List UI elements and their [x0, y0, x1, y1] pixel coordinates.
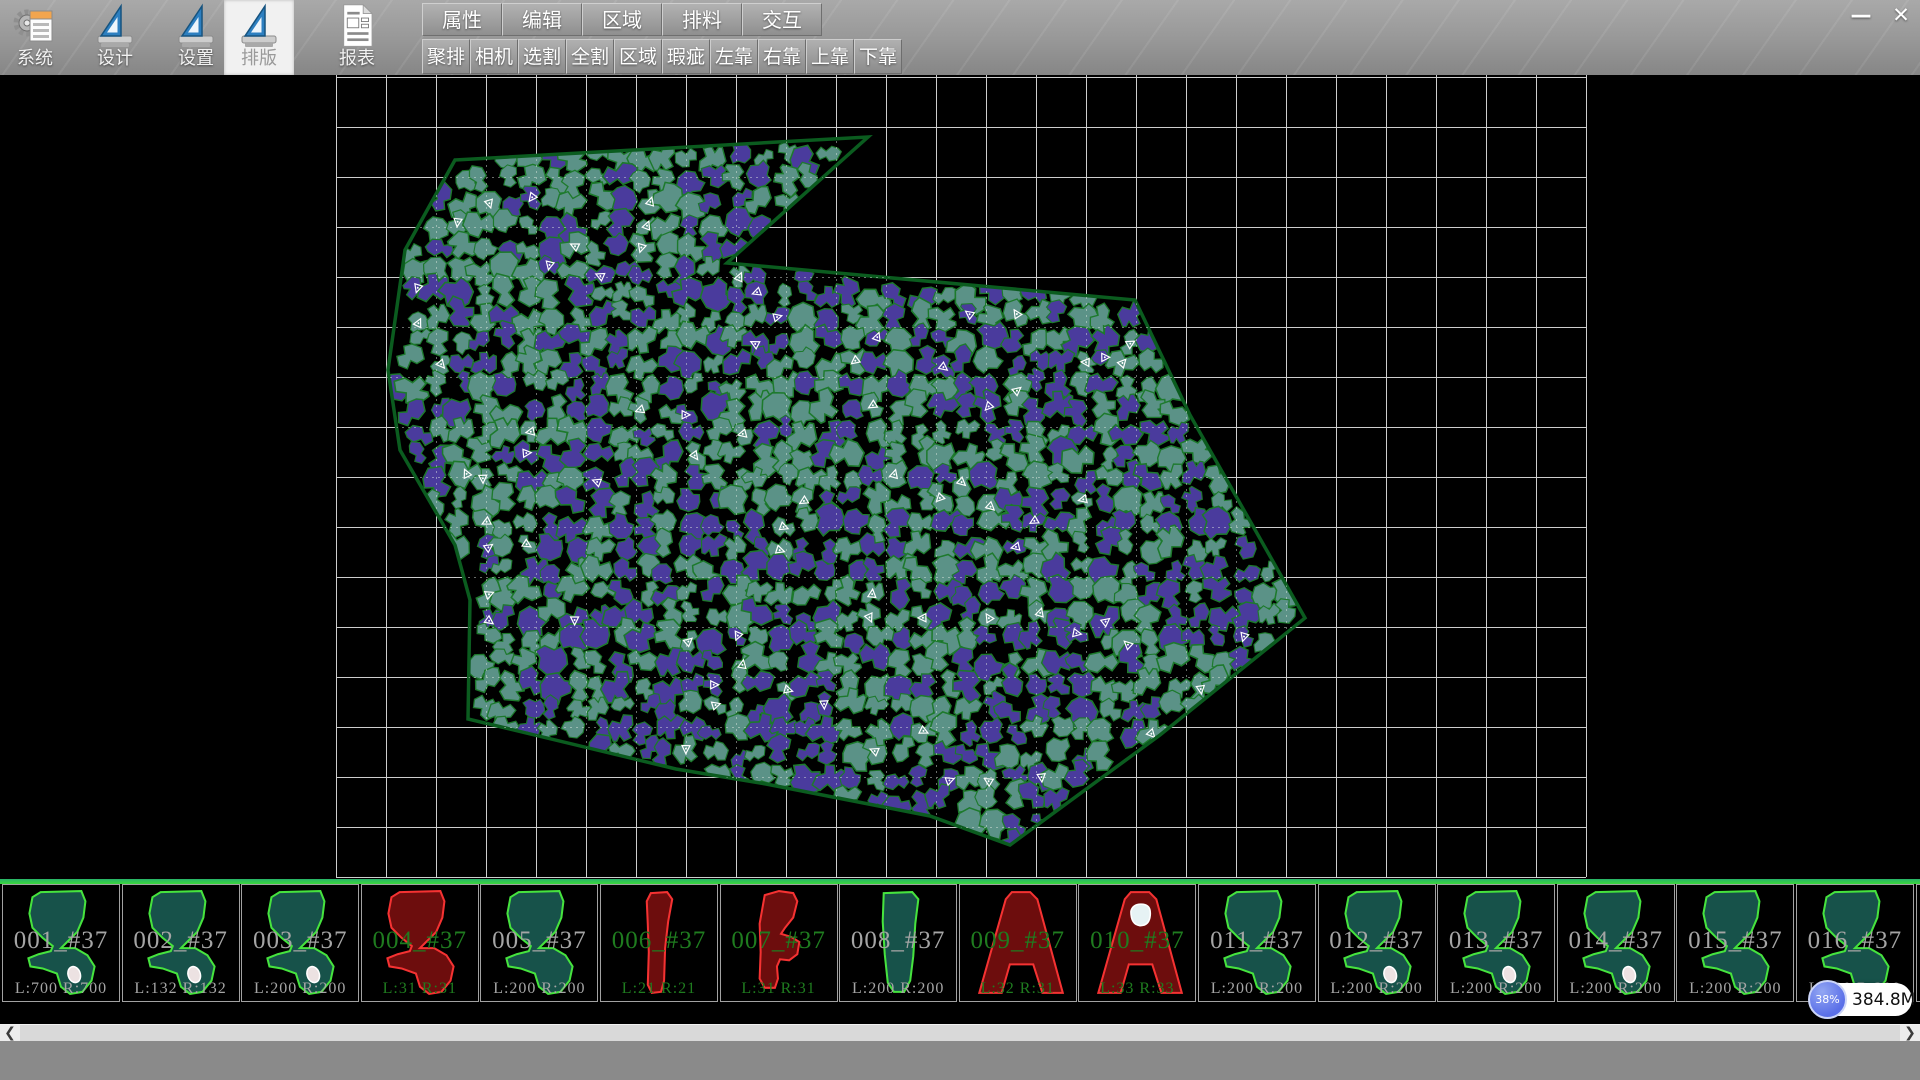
tool-defect[interactable]: 瑕疵	[662, 39, 710, 74]
piece-lr-count: L:200 R:200	[1677, 980, 1793, 998]
thumbnail-cell[interactable]: 015_#37 L:200 R:200	[1676, 884, 1794, 1002]
system-gear-icon	[12, 3, 58, 49]
nav-tab-label: 设置	[161, 49, 231, 69]
tool-align-top[interactable]: 上靠	[806, 39, 854, 74]
thumbnail-cell[interactable]: 010_#37 L:33 R:33	[1078, 884, 1196, 1002]
nav-tab-report[interactable]: 报表	[322, 0, 392, 75]
tool-cluster-nest[interactable]: 聚排	[422, 39, 470, 74]
piece-lr-count: L:200 R:200	[1558, 980, 1674, 998]
piece-name: 005_#37	[481, 927, 597, 955]
piece-name: 011_#37	[1199, 927, 1315, 955]
piece-name: 014_#37	[1558, 927, 1674, 955]
piece-name: 004_#37	[362, 927, 478, 955]
menu-nesting[interactable]: 排料	[662, 3, 742, 36]
design-ruler-icon	[92, 3, 138, 49]
piece-lr-count: L:200 R:200	[481, 980, 597, 998]
tool-align-left[interactable]: 左靠	[710, 39, 758, 74]
thumbnail-cell[interactable]: 009_#37 L:32 R:31	[959, 884, 1077, 1002]
nav-tab-label: 排版	[224, 49, 294, 69]
menu-interaction[interactable]: 交互	[742, 3, 822, 36]
menu-row: 属性 编辑 区域 排料 交互	[422, 3, 822, 36]
status-bar	[0, 1041, 1920, 1080]
piece-name: 017_#37	[1917, 927, 1920, 955]
nesting-svg	[0, 75, 1920, 879]
tool-select-cut[interactable]: 选割	[518, 39, 566, 74]
piece-name: 006_#37	[601, 927, 717, 955]
scroll-right-arrow[interactable]: ❯	[1900, 1025, 1920, 1042]
piece-name: 008_#37	[840, 927, 956, 955]
piece-lr-count: L:33 R:33	[1079, 980, 1195, 998]
pattern-thumbnail-strip: 001_#37 L:700 R:700 002_#37 L:132 R:132 …	[0, 879, 1920, 1003]
thumbnail-cell[interactable]: 006_#37 L:21 R:21	[600, 884, 718, 1002]
thumbnail-cell[interactable]: 008_#37 L:200 R:200	[839, 884, 957, 1002]
tool-camera[interactable]: 相机	[470, 39, 518, 74]
menu-region[interactable]: 区域	[582, 3, 662, 36]
thumbnail-cell[interactable]: 005_#37 L:200 R:200	[480, 884, 598, 1002]
piece-lr-count: L:200 R:200	[1199, 980, 1315, 998]
nav-tab-design[interactable]: 设计	[80, 0, 150, 75]
piece-lr-count: L:200 R:200	[1438, 980, 1554, 998]
piece-lr-count: L:700 R:700	[3, 980, 119, 998]
nav-tab-settings[interactable]: 设置	[161, 0, 231, 75]
minimize-button[interactable]: —	[1848, 2, 1874, 28]
piece-lr-count: L:31 R:31	[362, 980, 478, 998]
settings-ruler-icon	[173, 3, 219, 49]
nav-tab-label: 系统	[0, 49, 70, 69]
close-button[interactable]: ✕	[1888, 2, 1914, 28]
memory-status-badge[interactable]: 384.8M 38%	[1808, 980, 1918, 1020]
tool-align-right[interactable]: 右靠	[758, 39, 806, 74]
thumbnail-cell[interactable]: 003_#37 L:200 R:200	[241, 884, 359, 1002]
tool-region[interactable]: 区域	[614, 39, 662, 74]
piece-name: 007_#37	[721, 927, 837, 955]
thumbnail-cell[interactable]: 007_#37 L:31 R:31	[720, 884, 838, 1002]
piece-lr-count: L:200 R:200	[242, 980, 358, 998]
nesting-canvas[interactable]	[0, 75, 1920, 879]
piece-lr-count: L:21 R:21	[601, 980, 717, 998]
thumbnail-cell[interactable]: 014_#37 L:200 R:200	[1557, 884, 1675, 1002]
thumbnail-cell[interactable]: 001_#37 L:700 R:700	[2, 884, 120, 1002]
piece-name: 016_#37	[1797, 927, 1913, 955]
nav-tab-nesting[interactable]: 排版	[224, 0, 294, 75]
menu-properties[interactable]: 属性	[422, 3, 502, 36]
thumbnail-cell[interactable]: 011_#37 L:200 R:200	[1198, 884, 1316, 1002]
report-page-icon	[334, 3, 380, 49]
thumbnail-cell[interactable]: 012_#37 L:200 R:200	[1318, 884, 1436, 1002]
window-controls: — ✕	[1848, 2, 1914, 28]
piece-name: 001_#37	[3, 927, 119, 955]
piece-lr-count: L:31 R:31	[721, 980, 837, 998]
thumbnail-cell[interactable]: 002_#37 L:132 R:132	[122, 884, 240, 1002]
usage-percent-badge: 38%	[1808, 980, 1847, 1019]
tool-row: 聚排 相机 选割 全割 区域 瑕疵 左靠 右靠 上靠 下靠	[422, 39, 902, 74]
nesting-ruler-icon	[236, 3, 282, 49]
piece-name: 012_#37	[1319, 927, 1435, 955]
menu-edit[interactable]: 编辑	[502, 3, 582, 36]
piece-lr-count: L:200 R:200	[1319, 980, 1435, 998]
tool-align-bottom[interactable]: 下靠	[854, 39, 902, 74]
thumbnail-cells: 001_#37 L:700 R:700 002_#37 L:132 R:132 …	[2, 884, 1920, 1002]
piece-lr-count: L:132 R:132	[123, 980, 239, 998]
piece-lr-count: L:200 R:200	[840, 980, 956, 998]
scroll-left-arrow[interactable]: ❮	[0, 1025, 20, 1042]
piece-lr-count: L:32 R:31	[960, 980, 1076, 998]
horizontal-scrollbar[interactable]: ❮ ❯	[0, 1024, 1920, 1041]
piece-name: 010_#37	[1079, 927, 1195, 955]
piece-name: 013_#37	[1438, 927, 1554, 955]
titlebar: 系统 设计 设置	[0, 0, 1920, 75]
piece-name: 009_#37	[960, 927, 1076, 955]
nav-tab-label: 报表	[322, 49, 392, 69]
nav-tab-label: 设计	[80, 49, 150, 69]
thumbnail-cell[interactable]: 004_#37 L:31 R:31	[361, 884, 479, 1002]
piece-name: 003_#37	[242, 927, 358, 955]
thumbnail-cell[interactable]: 013_#37 L:200 R:200	[1437, 884, 1555, 1002]
memory-value: 384.8M	[1852, 990, 1915, 1010]
piece-name: 015_#37	[1677, 927, 1793, 955]
nav-tab-system[interactable]: 系统	[0, 0, 70, 75]
tool-cut-all[interactable]: 全割	[566, 39, 614, 74]
piece-name: 002_#37	[123, 927, 239, 955]
